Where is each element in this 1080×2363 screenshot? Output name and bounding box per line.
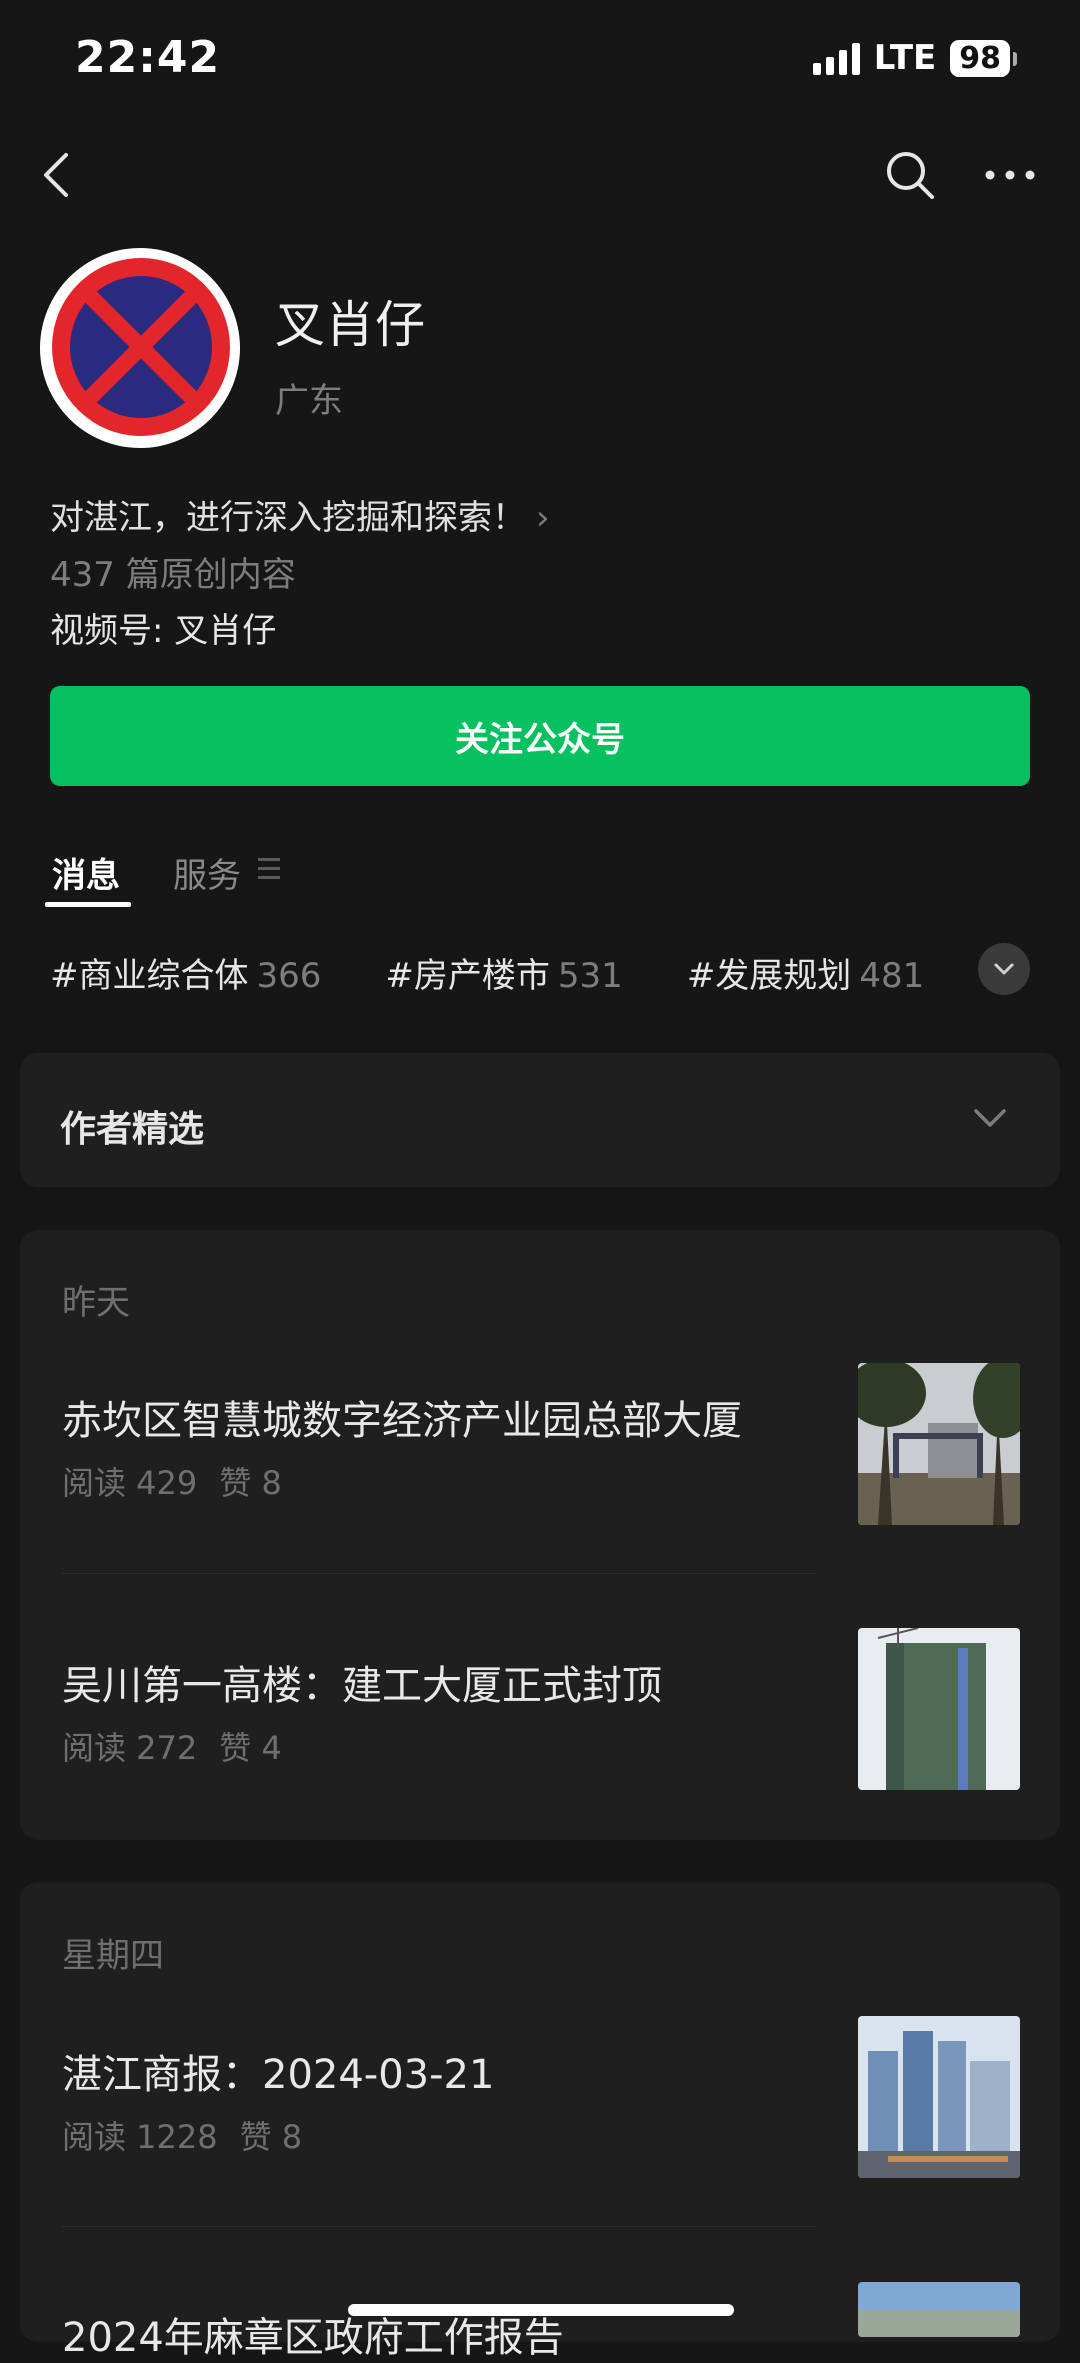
article-stats: 阅读 429 赞 8 <box>62 1464 282 1502</box>
network-type: LTE <box>873 38 937 78</box>
article-title[interactable]: 湛江商报：2024-03-21 <box>62 2042 494 2100</box>
article-title[interactable]: 赤坎区智慧城数字经济产业园总部大厦 <box>62 1388 742 1446</box>
article-thumbnail[interactable] <box>858 2016 1020 2178</box>
status-indicators: LTE 98 <box>812 38 1017 78</box>
tag-item[interactable]: #商业综合体 366 <box>50 948 321 997</box>
chevron-down-icon <box>994 963 1014 975</box>
no-parking-sign-icon <box>84 290 198 404</box>
article-thumbnail[interactable] <box>858 1363 1020 1525</box>
original-count: 437 篇原创内容 <box>50 555 296 595</box>
tab-messages[interactable]: 消息 <box>52 848 120 897</box>
article-thumbnail[interactable] <box>858 1628 1020 1790</box>
tag-item[interactable]: #发展规划 481 <box>687 948 924 997</box>
account-region: 广东 <box>275 381 343 421</box>
chevron-left-icon <box>44 153 68 197</box>
group-date-label: 星期四 <box>62 1936 164 1976</box>
author-picks-title: 作者精选 <box>60 1109 205 1150</box>
group-date-label: 昨天 <box>62 1283 130 1323</box>
search-button[interactable] <box>880 145 940 205</box>
bio-text: 对湛江，进行深入挖掘和探索！ <box>50 498 526 538</box>
tag-item[interactable]: #房产楼市 531 <box>385 948 622 997</box>
more-button[interactable] <box>980 145 1040 205</box>
article-title[interactable]: 吴川第一高楼：建工大厦正式封顶 <box>62 1653 662 1711</box>
more-icon <box>985 170 1035 180</box>
article-stats: 阅读 272 赞 4 <box>62 1729 282 1767</box>
active-tab-indicator <box>45 902 131 907</box>
article-stats: 阅读 1228 赞 8 <box>62 2118 303 2156</box>
expand-tags-button[interactable] <box>978 943 1030 995</box>
divider <box>62 1573 817 1574</box>
article-thumbnail[interactable] <box>858 2282 1020 2337</box>
chevron-down-icon <box>970 1103 1010 1137</box>
cellular-signal-icon <box>812 41 860 75</box>
avatar[interactable] <box>40 248 240 448</box>
battery-indicator: 98 <box>950 39 1017 77</box>
account-name: 叉肖仔 <box>275 296 425 354</box>
status-time: 22:42 <box>75 32 221 83</box>
follow-button[interactable]: 关注公众号 <box>50 686 1030 786</box>
divider <box>62 2226 817 2227</box>
account-bio[interactable]: 对湛江，进行深入挖掘和探索！ › <box>50 490 550 539</box>
home-indicator[interactable] <box>348 2304 734 2316</box>
back-button[interactable] <box>30 145 90 205</box>
chevron-right-icon: › <box>536 498 550 538</box>
video-channel-link[interactable]: 视频号: 叉肖仔 <box>50 603 276 652</box>
menu-icon[interactable] <box>258 858 280 885</box>
search-icon <box>887 152 934 199</box>
tab-services[interactable]: 服务 <box>173 848 241 897</box>
topic-tags: #商业综合体 366 #房产楼市 531 #发展规划 481 <box>50 948 924 997</box>
